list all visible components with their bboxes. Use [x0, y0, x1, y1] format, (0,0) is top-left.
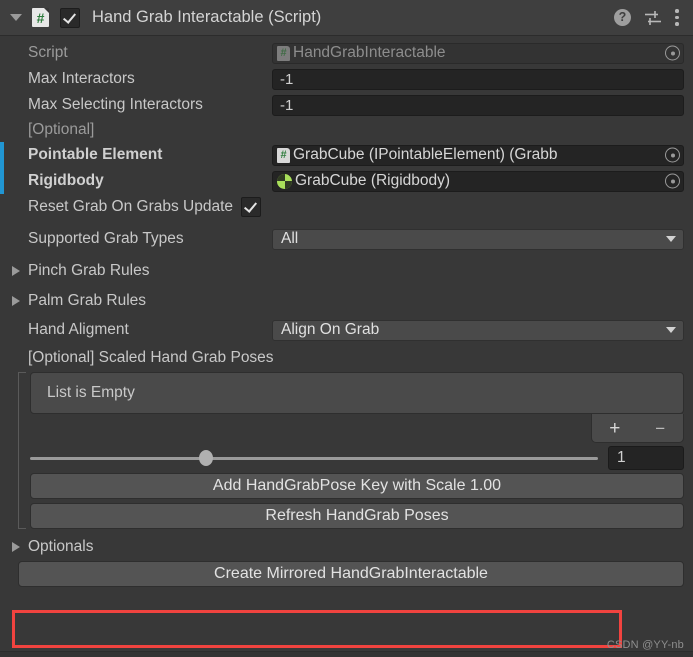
- supported-grab-types-dropdown[interactable]: All: [272, 228, 684, 250]
- chevron-down-icon[interactable]: [10, 14, 22, 21]
- row-rigidbody: Rigidbody GrabCube (Rigidbody): [0, 168, 693, 194]
- row-supported-grab-types: Supported Grab Types All: [0, 226, 693, 252]
- rigidbody-value: GrabCube (Rigidbody): [295, 172, 451, 189]
- watermark: CSDN @YY-nb: [606, 639, 684, 651]
- prefab-override-bar: [0, 142, 4, 168]
- list-add-remove-group: + −: [591, 414, 684, 443]
- list-empty-text: List is Empty: [47, 384, 135, 401]
- preset-sliders-icon[interactable]: [644, 10, 662, 26]
- row-max-interactors: Max Interactors -1: [0, 66, 693, 92]
- header-actions: ?: [614, 9, 687, 26]
- chevron-down-icon: [666, 327, 676, 333]
- refresh-handgrab-poses-button[interactable]: Refresh HandGrab Poses: [30, 503, 684, 529]
- label-script: Script: [28, 44, 68, 61]
- label-optionals: Optionals: [28, 538, 94, 555]
- panel-bottom-strip: [0, 651, 693, 657]
- row-reset-grab-on-grabs-update: Reset Grab On Grabs Update: [0, 194, 693, 220]
- pointable-element-value: GrabCube (IPointableElement) (Grabb: [293, 146, 558, 163]
- row-pinch-grab-rules[interactable]: Pinch Grab Rules: [0, 256, 693, 286]
- hand-aligment-value: Align On Grab: [281, 321, 380, 338]
- row-optionals[interactable]: Optionals: [0, 533, 693, 561]
- row-script: Script # HandGrabInteractable: [0, 40, 693, 66]
- object-picker-icon[interactable]: [665, 173, 680, 189]
- object-picker-icon[interactable]: [665, 45, 680, 61]
- object-picker-icon[interactable]: [665, 147, 680, 163]
- inspector-body: Script # HandGrabInteractable Max Intera…: [0, 36, 693, 587]
- script-file-icon: #: [32, 8, 49, 27]
- label-max-interactors: Max Interactors: [28, 70, 135, 87]
- prefab-override-bar: [0, 168, 4, 194]
- script-icon-glyph: #: [280, 148, 287, 161]
- chevron-right-icon[interactable]: [12, 266, 20, 276]
- label-rigidbody: Rigidbody: [28, 172, 104, 189]
- script-field: # HandGrabInteractable: [272, 42, 684, 64]
- row-optional-header: [Optional]: [0, 118, 693, 142]
- page-title: Hand Grab Interactable (Script): [92, 8, 322, 26]
- chevron-down-icon: [666, 236, 676, 242]
- row-max-selecting-interactors: Max Selecting Interactors -1: [0, 92, 693, 118]
- help-icon[interactable]: ?: [614, 9, 631, 26]
- row-palm-grab-rules[interactable]: Palm Grab Rules: [0, 286, 693, 316]
- row-pointable-element: Pointable Element # GrabCube (IPointable…: [0, 142, 693, 168]
- minus-icon[interactable]: −: [647, 420, 673, 437]
- chevron-right-icon[interactable]: [12, 542, 20, 552]
- chevron-right-icon[interactable]: [12, 296, 20, 306]
- reset-grab-on-grabs-update-checkbox[interactable]: [241, 197, 262, 217]
- scale-slider-row: 1: [30, 443, 684, 473]
- label-optional-header: [Optional]: [28, 121, 95, 138]
- scale-slider-knob[interactable]: [199, 450, 214, 466]
- plus-icon[interactable]: +: [602, 419, 628, 438]
- help-glyph: ?: [618, 10, 627, 25]
- script-field-value: HandGrabInteractable: [293, 44, 446, 61]
- label-max-selecting-interactors: Max Selecting Interactors: [28, 96, 203, 113]
- rigidbody-field[interactable]: GrabCube (Rigidbody): [272, 170, 684, 192]
- list-footer: + −: [30, 414, 684, 443]
- create-mirrored-area: Create Mirrored HandGrabInteractable: [18, 561, 684, 587]
- create-mirrored-handgrabinteractable-button[interactable]: Create Mirrored HandGrabInteractable: [18, 561, 684, 587]
- row-hand-aligment: Hand Aligment Align On Grab: [0, 316, 693, 344]
- scaled-hand-grab-poses-list: List is Empty + − 1 Add HandGrabPose Key…: [18, 372, 684, 529]
- label-reset-grab-on-grabs-update: Reset Grab On Grabs Update: [28, 198, 234, 215]
- component-enabled-checkbox[interactable]: [60, 7, 80, 28]
- supported-grab-types-value: All: [281, 230, 299, 247]
- kebab-menu-icon[interactable]: [675, 9, 679, 26]
- label-hand-aligment: Hand Aligment: [28, 321, 129, 338]
- script-icon-glyph: #: [36, 9, 45, 26]
- scale-slider[interactable]: [30, 450, 598, 466]
- rigidbody-icon: [277, 173, 292, 189]
- list-empty-box[interactable]: List is Empty: [30, 372, 684, 414]
- add-handgrabpose-key-button[interactable]: Add HandGrabPose Key with Scale 1.00: [30, 473, 684, 499]
- script-icon-glyph: #: [280, 46, 287, 59]
- annotation-highlight-box: [12, 610, 622, 648]
- label-pointable-element: Pointable Element: [28, 146, 163, 163]
- script-file-icon: #: [277, 45, 290, 61]
- script-file-icon: #: [277, 147, 290, 163]
- label-scaled-poses-header: [Optional] Scaled Hand Grab Poses: [28, 349, 274, 366]
- scale-value-input[interactable]: 1: [608, 446, 684, 470]
- label-pinch-grab-rules: Pinch Grab Rules: [28, 262, 150, 279]
- inspector-panel: # Hand Grab Interactable (Script) ? Scri…: [0, 0, 693, 657]
- row-scaled-poses-header: [Optional] Scaled Hand Grab Poses: [0, 344, 693, 372]
- hand-aligment-dropdown[interactable]: Align On Grab: [272, 319, 684, 341]
- label-palm-grab-rules: Palm Grab Rules: [28, 292, 147, 309]
- component-header[interactable]: # Hand Grab Interactable (Script) ?: [0, 0, 693, 36]
- max-interactors-input[interactable]: -1: [272, 68, 684, 90]
- pointable-element-field[interactable]: # GrabCube (IPointableElement) (Grabb: [272, 144, 684, 166]
- label-supported-grab-types: Supported Grab Types: [28, 230, 184, 247]
- max-selecting-interactors-input[interactable]: -1: [272, 94, 684, 116]
